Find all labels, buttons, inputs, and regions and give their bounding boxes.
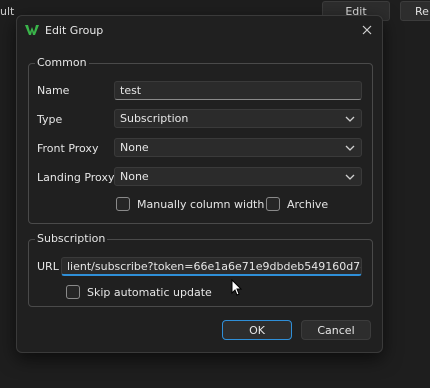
landing-proxy-select[interactable]: None: [114, 167, 362, 186]
edit-group-dialog: Edit Group Common Name test Type Subscri…: [16, 15, 383, 353]
manual-column-width-label: Manually column width: [137, 198, 265, 211]
front-proxy-select[interactable]: None: [114, 138, 362, 157]
url-input[interactable]: lient/subscribe?token=66e1a6e71e9dbdeb54…: [61, 257, 362, 276]
archive-checkbox[interactable]: [266, 197, 280, 211]
archive-label: Archive: [287, 198, 329, 211]
ok-button[interactable]: OK: [222, 320, 292, 340]
front-proxy-select-value: None: [120, 141, 149, 154]
name-label: Name: [37, 84, 70, 97]
dialog-title: Edit Group: [45, 24, 104, 37]
manual-column-width-checkbox[interactable]: [116, 197, 130, 211]
mouse-cursor-icon: [231, 279, 243, 296]
background-partial-button[interactable]: Re: [400, 1, 430, 21]
subscription-group-title: Subscription: [35, 232, 108, 245]
cancel-button[interactable]: Cancel: [301, 320, 371, 340]
app-logo-icon: [25, 25, 39, 35]
type-select-value: Subscription: [120, 112, 189, 125]
close-icon[interactable]: [358, 21, 376, 39]
chevron-down-icon: [345, 174, 355, 180]
chevron-down-icon: [345, 145, 355, 151]
landing-proxy-select-value: None: [120, 170, 149, 183]
skip-update-label: Skip automatic update: [87, 286, 212, 299]
common-group-title: Common: [35, 56, 89, 69]
chevron-down-icon: [345, 116, 355, 122]
name-input[interactable]: test: [114, 81, 362, 100]
front-proxy-label: Front Proxy: [37, 142, 99, 155]
type-select[interactable]: Subscription: [114, 109, 362, 128]
dialog-titlebar: Edit Group: [17, 16, 382, 46]
type-label: Type: [37, 113, 63, 126]
landing-proxy-label: Landing Proxy: [37, 171, 115, 184]
url-label: URL: [37, 260, 59, 273]
skip-update-checkbox[interactable]: [66, 285, 80, 299]
background-partial-text: ult: [0, 5, 15, 18]
